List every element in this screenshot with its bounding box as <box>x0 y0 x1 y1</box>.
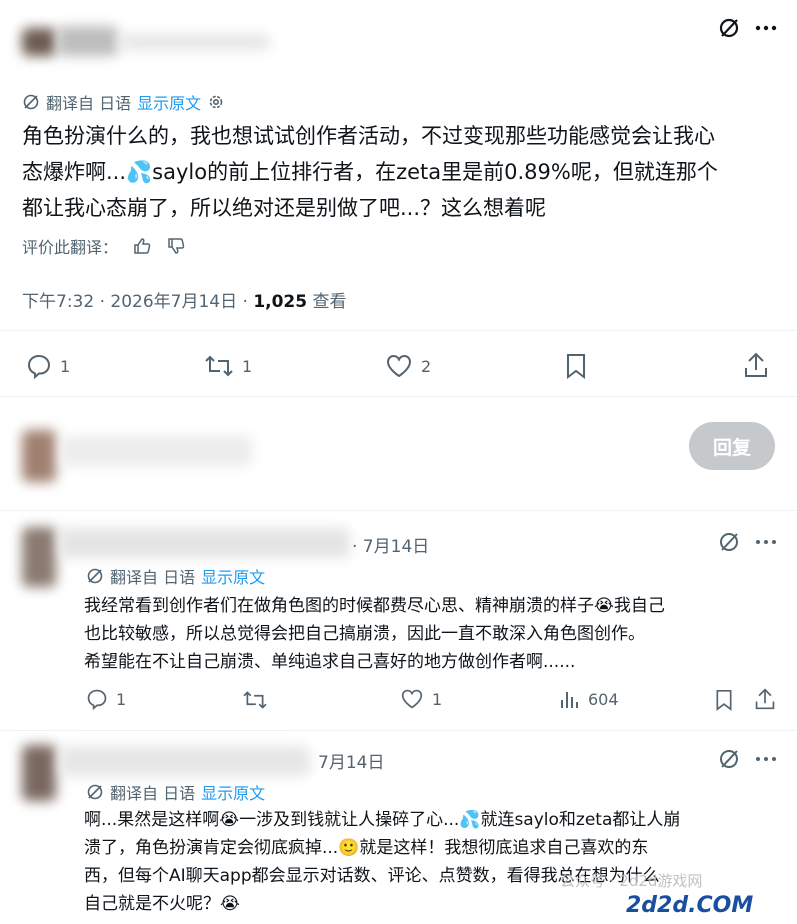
show-original-link[interactable]: 显示原文 <box>201 780 265 804</box>
translation-label: 翻译自 日语 <box>110 568 196 587</box>
retweet-action[interactable]: 1 <box>204 353 252 379</box>
post-text-line: 态爆炸啊...💦saylo的前上位排行者，在zeta里是前0.89%呢，但就连那… <box>22 160 718 184</box>
bookmark-icon[interactable] <box>564 352 588 380</box>
reply-date[interactable]: · 7月14日 <box>352 532 429 557</box>
reply-icon[interactable] <box>26 353 52 379</box>
reply-author-blurred[interactable] <box>60 528 350 558</box>
reply-avatar[interactable] <box>22 527 56 587</box>
timestamp-text[interactable]: 下午7:32 · 2026年7月14日 · <box>22 292 253 312</box>
grok-icon[interactable] <box>715 14 743 42</box>
reply-count: 1 <box>60 356 71 376</box>
author-name-blurred[interactable] <box>58 26 118 56</box>
reply-icon[interactable] <box>86 688 108 710</box>
like-action[interactable]: 1 <box>400 688 442 710</box>
views-count: 1,025 <box>253 292 308 312</box>
reply-text: 我经常看到创作者们在做角色图的时候都费尽心思、精神崩溃的样子😭我自己 也比较敏感… <box>84 592 784 676</box>
watermark-logo: 2d2d.COM <box>626 893 753 918</box>
reply-text-line: 我经常看到创作者们在做角色图的时候都费尽心思、精神崩溃的样子😭我自己 <box>84 596 665 616</box>
share-icon[interactable] <box>743 351 769 379</box>
translation-info: 翻译自 日语 显示原文 <box>22 90 225 114</box>
reply-action[interactable]: 1 <box>86 688 126 710</box>
translation-info: 翻译自 日语 显示原文 <box>86 780 265 804</box>
more-icon[interactable] <box>752 14 780 42</box>
post-text-line: 角色扮演什么的，我也想试试创作者活动，不过变现那些功能感觉会让我心 <box>22 124 715 148</box>
watermark: 公众号 · 2d2d游戏网 <box>560 870 702 891</box>
reply-text-line: 希望能在不让自己崩溃、单纯追求自己喜好的地方做创作者啊...... <box>84 652 576 672</box>
share-icon[interactable] <box>754 687 776 711</box>
like-action[interactable]: 2 <box>385 353 431 379</box>
show-original-link[interactable]: 显示原文 <box>137 90 201 114</box>
show-original-link[interactable]: 显示原文 <box>201 564 265 588</box>
reply-text-line: 啊...果然是这样啊😭一涉及到钱就让人操碎了心...💦就连saylo和zeta都… <box>84 810 681 830</box>
translate-icon <box>86 567 104 585</box>
retweet-icon[interactable] <box>242 689 268 711</box>
reply-button[interactable]: 回复 <box>689 422 775 470</box>
reply-text-line: 溃了，角色扮演肯定会彻底疯掉...🙂就是这样！我想彻底追求自己喜欢的东 <box>84 838 649 858</box>
divider <box>0 510 797 511</box>
views-count: 604 <box>588 689 619 709</box>
reply-text-line: 也比较敏感，所以总觉得会把自己搞崩溃，因此一直不敢深入角色图创作。 <box>84 624 645 644</box>
like-count: 1 <box>432 689 443 709</box>
translate-icon <box>22 93 40 111</box>
heart-icon[interactable] <box>385 353 413 379</box>
translation-info: 翻译自 日语 显示原文 <box>86 564 265 588</box>
thumbs-up-icon[interactable] <box>132 236 152 256</box>
composer-avatar <box>22 430 56 482</box>
more-icon[interactable] <box>752 528 780 556</box>
reply-date[interactable]: 7月14日 <box>318 748 384 773</box>
views-action[interactable]: 604 <box>558 688 619 710</box>
translation-label: 翻译自 日语 <box>110 784 196 803</box>
divider <box>0 396 797 397</box>
post-text-line: 都让我心态崩了，所以绝对还是别做了吧...？这么想着呢 <box>22 196 547 220</box>
divider <box>0 330 797 331</box>
translation-label: 翻译自 日语 <box>46 94 132 113</box>
like-count: 2 <box>421 356 432 376</box>
more-icon[interactable] <box>752 745 780 773</box>
reply-count: 1 <box>116 689 127 709</box>
watermark-site: 2d2d.COM <box>626 893 754 918</box>
retweet-count: 1 <box>242 356 253 376</box>
avatar[interactable] <box>22 28 56 56</box>
author-handle-blurred <box>120 34 270 50</box>
reply-avatar[interactable] <box>22 745 56 801</box>
grok-icon[interactable] <box>715 745 743 773</box>
analytics-icon[interactable] <box>558 688 580 710</box>
gear-icon[interactable] <box>207 93 225 111</box>
divider <box>0 730 797 731</box>
views-label: 查看 <box>307 292 347 312</box>
rate-translation: 评价此翻译： <box>22 234 186 258</box>
rate-translation-label: 评价此翻译： <box>22 238 119 257</box>
composer-input[interactable] <box>62 436 252 466</box>
retweet-icon[interactable] <box>204 353 234 379</box>
bookmark-icon[interactable] <box>714 688 734 712</box>
post-timestamp: 下午7:32 · 2026年7月14日 · 1,025 查看 <box>22 287 347 312</box>
post-text: 角色扮演什么的，我也想试试创作者活动，不过变现那些功能感觉会让我心 态爆炸啊..… <box>22 118 782 226</box>
thumbs-down-icon[interactable] <box>166 236 186 256</box>
watermark-text: 公众号 · 2d2d游戏网 <box>560 872 703 890</box>
reply-action[interactable]: 1 <box>26 353 70 379</box>
reply-author-blurred[interactable] <box>60 746 310 776</box>
heart-icon[interactable] <box>400 688 424 710</box>
grok-icon[interactable] <box>715 528 743 556</box>
reply-button-label: 回复 <box>712 436 751 459</box>
translate-icon <box>86 783 104 801</box>
